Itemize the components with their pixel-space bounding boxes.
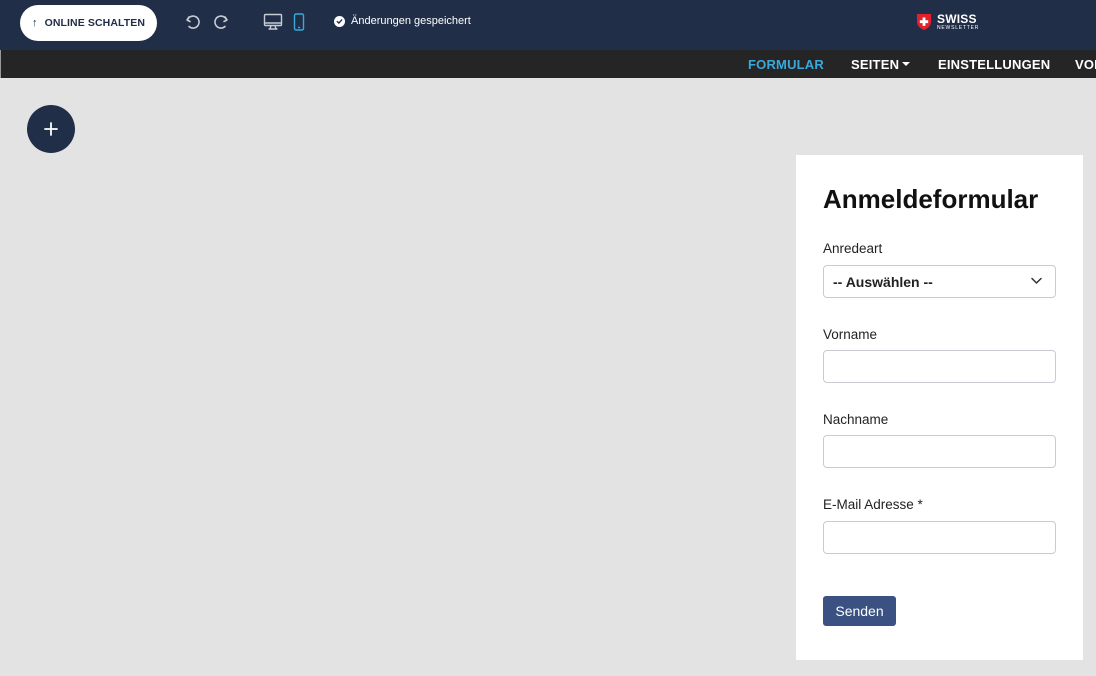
first-name-input[interactable] (823, 350, 1056, 383)
menu-item-vorschau[interactable]: VOR (1075, 57, 1096, 72)
last-name-input[interactable] (823, 435, 1056, 468)
save-status: Änderungen gespeichert (334, 15, 471, 27)
email-input[interactable] (823, 521, 1056, 554)
check-circle-icon (334, 15, 345, 27)
save-status-text: Änderungen gespeichert (351, 15, 471, 27)
swiss-shield-icon (917, 14, 931, 30)
plus-icon (44, 122, 58, 136)
caret-down-icon (902, 62, 911, 67)
top-toolbar: ↑ ONLINE SCHALTEN Änderungen gespeichert (0, 0, 1096, 50)
add-block-button[interactable] (27, 105, 75, 153)
menu-item-seiten[interactable]: SEITEN (851, 57, 911, 72)
main-menu: FORMULAR SEITEN EINSTELLUNGEN VOR (0, 50, 1096, 78)
form-title: Anmeldeformular (823, 184, 1039, 214)
salutation-select[interactable]: -- Auswählen -- (823, 265, 1056, 298)
go-online-button[interactable]: ↑ ONLINE SCHALTEN (20, 5, 157, 41)
menu-item-einstellungen[interactable]: EINSTELLUNGEN (938, 57, 1050, 72)
email-label: E-Mail Adresse * (823, 497, 923, 512)
salutation-select-value: -- Auswählen -- (833, 274, 933, 290)
swiss-newsletter-logo: SWISS NEWSLETTER (916, 13, 979, 31)
undo-icon[interactable] (183, 12, 203, 32)
menu-item-formular[interactable]: FORMULAR (748, 57, 824, 72)
mobile-view-icon[interactable] (292, 12, 306, 32)
go-online-label: ONLINE SCHALTEN (44, 17, 146, 29)
desktop-view-icon[interactable] (262, 12, 284, 32)
submit-button[interactable]: Senden (823, 596, 896, 626)
chevron-down-icon (1031, 277, 1042, 284)
salutation-label: Anredeart (823, 241, 883, 256)
signup-form: Anmeldeformular Anredeart -- Auswählen -… (796, 155, 1083, 660)
redo-icon[interactable] (211, 12, 231, 32)
first-name-label: Vorname (823, 327, 878, 342)
last-name-label: Nachname (823, 412, 889, 427)
arrow-up-icon: ↑ (31, 17, 38, 29)
